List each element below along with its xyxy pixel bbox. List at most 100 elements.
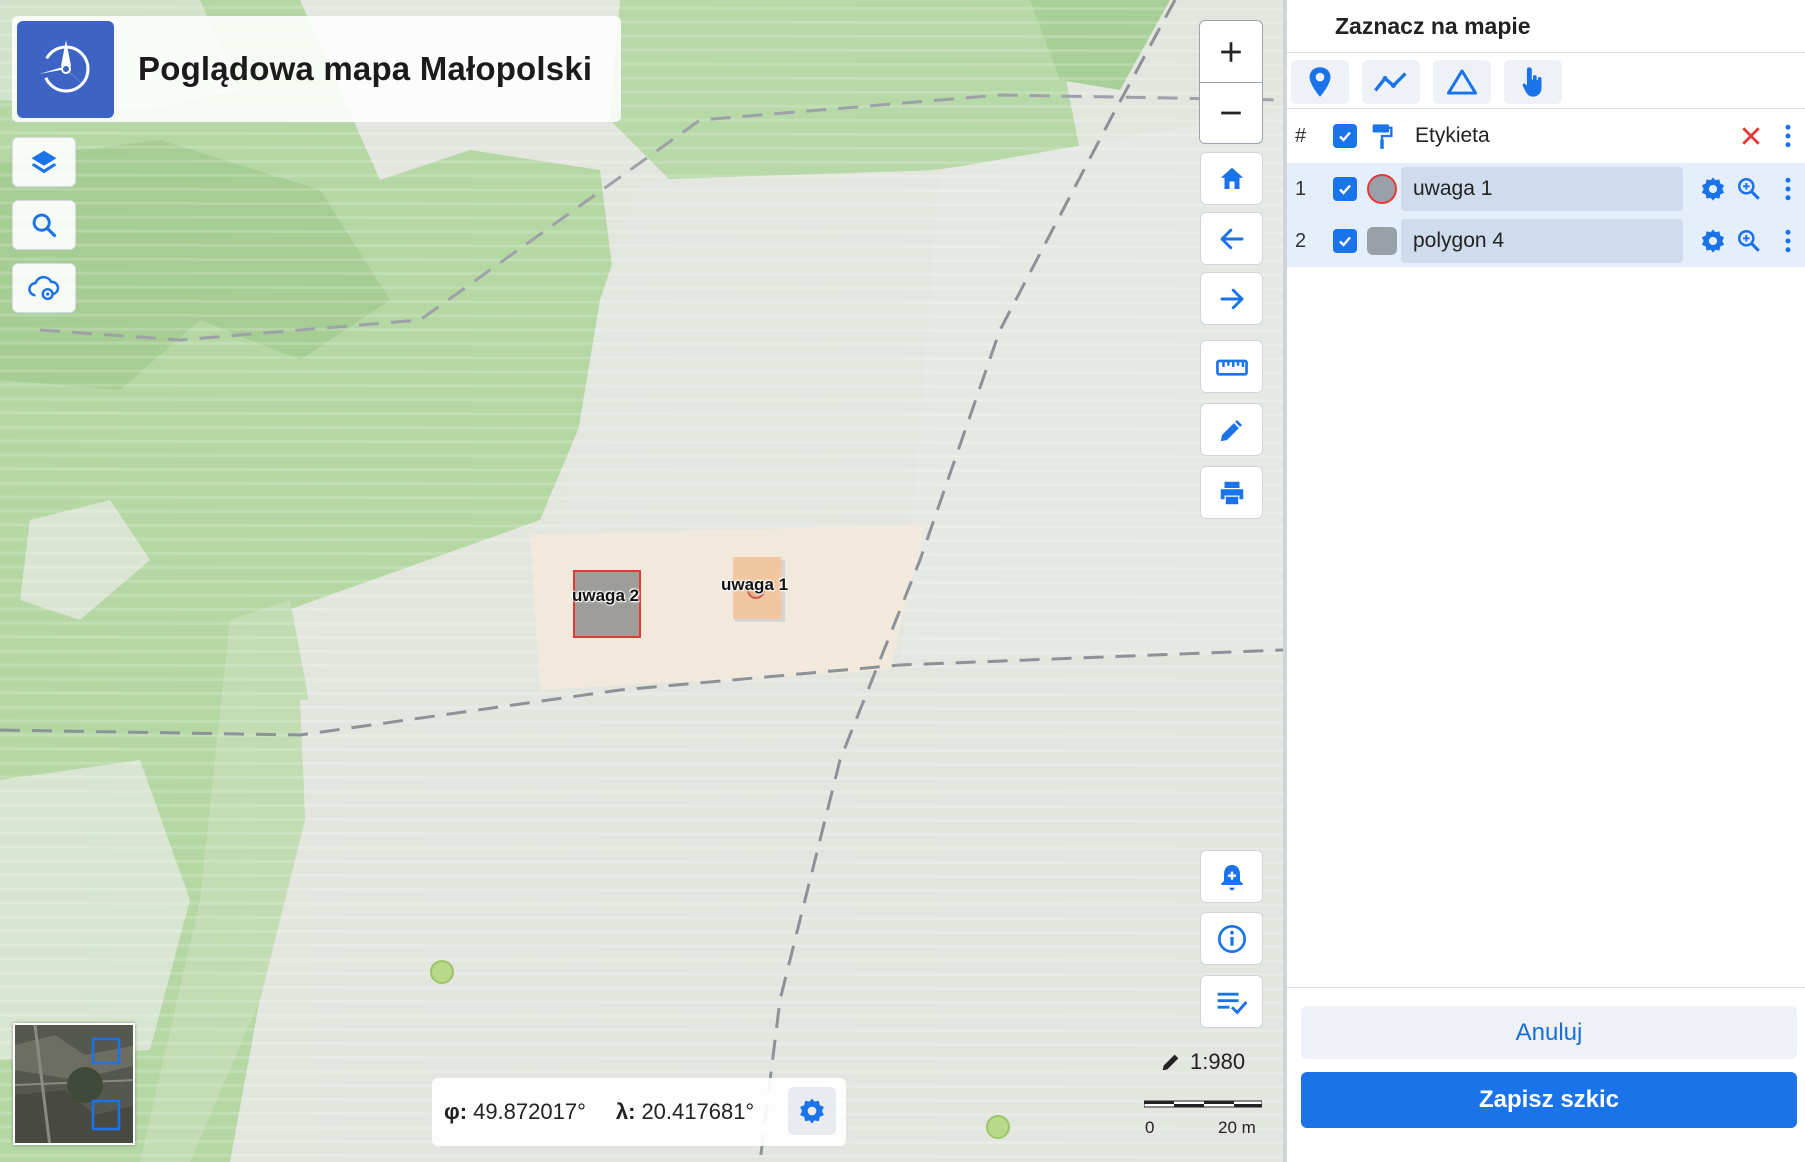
divider: [1287, 52, 1805, 53]
paint-roller-icon: [1372, 124, 1393, 149]
polygon-symbol-swatch[interactable]: [1367, 227, 1397, 255]
home-icon: [1220, 167, 1243, 189]
coordinates-readout: φ: 49.872017° λ: 20.417681°: [432, 1078, 846, 1146]
zoom-out-icon: [1221, 111, 1241, 115]
more-vertical-icon: [1785, 229, 1791, 253]
row-number: 2: [1295, 229, 1307, 252]
row-name-input[interactable]: uwaga 1: [1401, 167, 1683, 211]
ruler-icon: [1215, 359, 1248, 376]
draw-point-tool[interactable]: [1291, 60, 1349, 104]
minimap[interactable]: [13, 1023, 135, 1145]
latitude-label: φ:: [444, 1099, 468, 1124]
select-tool[interactable]: [1504, 60, 1562, 104]
column-number-header: #: [1295, 124, 1307, 147]
cloud-settings-icon: [28, 275, 60, 301]
row-more-button[interactable]: [1773, 226, 1803, 256]
pencil-icon: [1220, 419, 1242, 441]
latitude-value: 49.872017°: [473, 1099, 586, 1124]
save-sketch-button[interactable]: Zapisz szkic: [1301, 1072, 1797, 1128]
check-icon: [1339, 236, 1351, 247]
row-visibility-checkbox[interactable]: [1333, 229, 1357, 253]
zoom-control: [1199, 20, 1263, 144]
sketch-panel: Zaznacz na mapie # Etykieta 1 uwaga 1 2 …: [1283, 0, 1805, 1162]
cloud-settings-button[interactable]: [12, 263, 76, 313]
home-button[interactable]: [1200, 152, 1263, 205]
table-row[interactable]: 1 uwaga 1: [1287, 163, 1805, 215]
arrow-right-icon: [1220, 288, 1243, 309]
row-settings-button[interactable]: [1698, 226, 1728, 256]
triangle-icon: [1446, 69, 1478, 95]
bell-plus-icon: [1220, 864, 1243, 890]
pin-icon: [1309, 67, 1331, 97]
divider: [1287, 108, 1805, 109]
gear-icon: [1701, 229, 1725, 253]
row-visibility-checkbox[interactable]: [1333, 177, 1357, 201]
delete-all-button[interactable]: [1736, 121, 1766, 151]
gear-icon: [1701, 177, 1725, 201]
cancel-button[interactable]: Anuluj: [1301, 1006, 1797, 1059]
gear-icon: [800, 1098, 824, 1124]
pointer-hand-icon: [1522, 67, 1542, 97]
next-view-button[interactable]: [1200, 272, 1263, 325]
panel-title: Zaznacz na mapie: [1335, 13, 1531, 39]
info-icon: [1217, 924, 1246, 953]
row-settings-button[interactable]: [1698, 174, 1728, 204]
arrow-left-icon: [1220, 228, 1243, 249]
row-more-button[interactable]: [1773, 174, 1803, 204]
zoom-in-icon: [1221, 41, 1241, 62]
table-row[interactable]: 2 polygon 4: [1287, 215, 1805, 267]
map-label-uwaga-1: uwaga 1: [721, 575, 789, 594]
zoom-to-icon: [1738, 230, 1760, 252]
scale-ratio-value: 1:980: [1190, 1049, 1246, 1074]
search-icon: [32, 213, 57, 238]
draw-button[interactable]: [1200, 403, 1263, 456]
column-label-header: Etykieta: [1415, 124, 1490, 147]
style-button[interactable]: [1367, 121, 1397, 151]
polyline-icon: [1374, 72, 1407, 92]
divider: [1287, 987, 1805, 988]
zoom-in-button[interactable]: [1200, 21, 1262, 82]
layers-button[interactable]: [12, 137, 76, 187]
scale-ratio: 1:980: [1160, 1049, 1245, 1075]
page-title: Poglądowa mapa Małopolski: [138, 50, 593, 87]
row-zoom-to-button[interactable]: [1734, 226, 1764, 256]
measure-button[interactable]: [1200, 340, 1263, 393]
printer-icon: [1220, 481, 1243, 504]
scale-bar-end: 20 m: [1218, 1118, 1256, 1137]
zoom-out-button[interactable]: [1200, 82, 1262, 143]
select-all-checkbox[interactable]: [1333, 124, 1357, 148]
previous-view-button[interactable]: [1200, 212, 1263, 265]
zoom-to-icon: [1738, 178, 1760, 200]
draw-polygon-tool[interactable]: [1433, 60, 1491, 104]
scale-bar-start: 0: [1145, 1118, 1155, 1137]
draw-line-tool[interactable]: [1362, 60, 1420, 104]
add-alert-button[interactable]: [1200, 850, 1263, 903]
search-button[interactable]: [12, 200, 76, 250]
check-icon: [1339, 184, 1351, 195]
print-button[interactable]: [1200, 466, 1263, 519]
pencil-icon: [1162, 1054, 1179, 1071]
more-vertical-icon: [1785, 177, 1791, 201]
longitude-value: 20.417681°: [641, 1099, 755, 1124]
layers-icon: [31, 150, 57, 174]
map-label-uwaga-2: uwaga 2: [572, 586, 640, 605]
legend-button[interactable]: [1200, 975, 1263, 1028]
map-terrain: [0, 0, 1283, 1162]
map-canvas[interactable]: uwaga 2 uwaga 1 Poglądowa mapa Małopolsk…: [0, 0, 1283, 1162]
compass-logo-icon[interactable]: [17, 20, 114, 118]
row-zoom-to-button[interactable]: [1734, 174, 1764, 204]
coordinates-settings-button[interactable]: [788, 1087, 836, 1135]
check-icon: [1339, 131, 1351, 142]
row-number: 1: [1295, 177, 1307, 200]
header-more-button[interactable]: [1773, 121, 1803, 151]
checklist-icon: [1217, 992, 1247, 1015]
scale-bar: [1144, 1100, 1262, 1108]
point-symbol-swatch[interactable]: [1367, 174, 1397, 204]
longitude-label: λ:: [615, 1099, 636, 1124]
row-name-input[interactable]: polygon 4: [1401, 219, 1683, 263]
more-vertical-icon: [1785, 124, 1791, 148]
table-header: # Etykieta: [1287, 110, 1805, 162]
info-button[interactable]: [1200, 912, 1263, 965]
app-header: Poglądowa mapa Małopolski: [12, 16, 621, 122]
close-icon: [1742, 127, 1760, 145]
